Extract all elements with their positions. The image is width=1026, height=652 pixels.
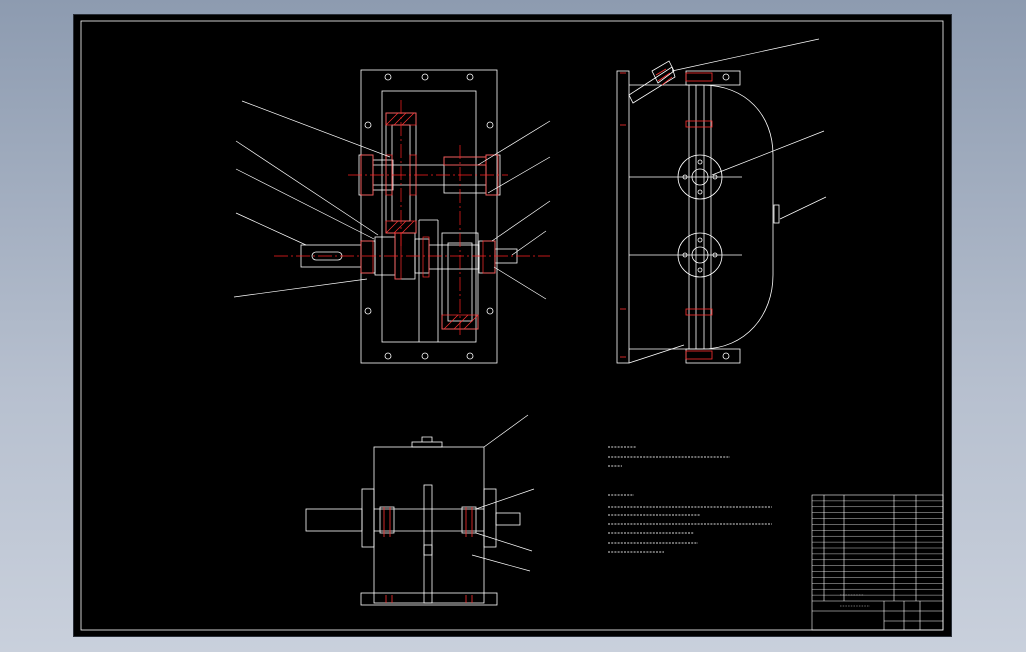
inner-border bbox=[80, 20, 944, 631]
front-section-view bbox=[300, 69, 518, 364]
parts-list-rows bbox=[812, 500, 943, 596]
top-view-leaders bbox=[471, 414, 535, 572]
parts-list-table bbox=[811, 494, 944, 631]
cad-drawing bbox=[80, 20, 944, 631]
side-view-leaders bbox=[671, 38, 827, 220]
side-view bbox=[616, 60, 780, 364]
centerlines bbox=[274, 100, 550, 335]
section-hatching bbox=[360, 112, 499, 330]
side-view-red-details bbox=[620, 68, 713, 360]
drawing-sheet bbox=[74, 15, 951, 636]
top-view bbox=[305, 436, 521, 606]
